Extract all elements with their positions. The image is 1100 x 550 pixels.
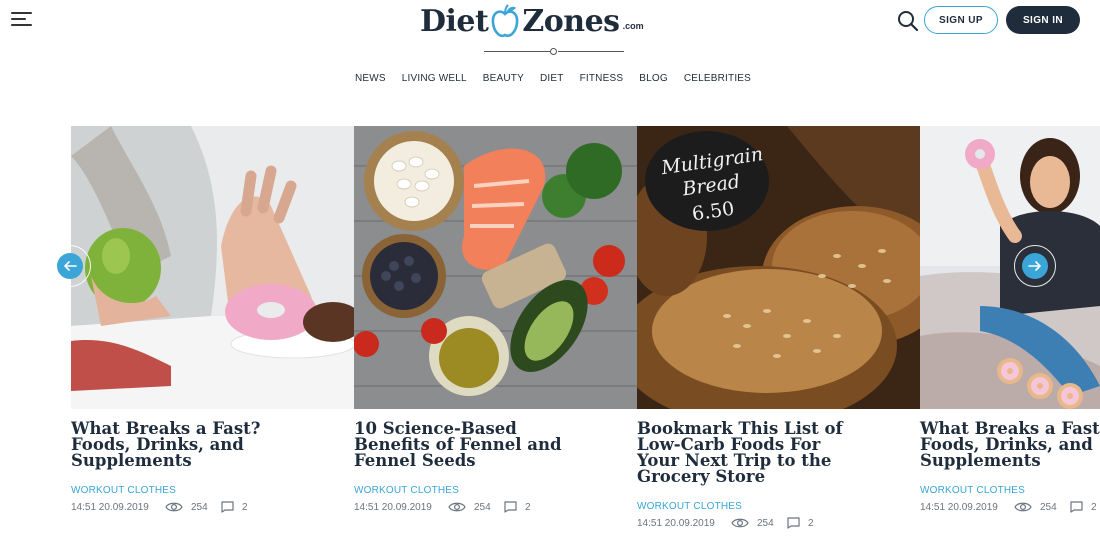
article-views: 254 <box>191 501 208 513</box>
article-meta: 14:51 20.09.2019 254 2 <box>637 517 814 529</box>
logo-divider-right <box>558 51 624 52</box>
article-carousel: What Breaks a Fast? Foods, Drinks, and S… <box>71 126 1100 546</box>
sign-up-button[interactable]: SIGN UP <box>924 6 998 34</box>
article-timestamp: 14:51 20.09.2019 <box>920 501 998 513</box>
article-timestamp: 14:51 20.09.2019 <box>637 517 715 529</box>
logo-divider-left <box>484 51 550 52</box>
article-meta: 14:51 20.09.2019 254 2 <box>71 501 248 513</box>
article-views: 254 <box>474 501 491 513</box>
comment-icon <box>221 501 234 513</box>
article-title-line: Supplements <box>920 451 1041 470</box>
article-title[interactable]: Bookmark This List of Low-Carb Foods For… <box>637 420 920 486</box>
eye-icon <box>1014 502 1032 512</box>
eye-icon <box>448 502 466 512</box>
article-comments: 2 <box>808 517 814 529</box>
article-title[interactable]: What Breaks a Fast? Foods, Drinks, and S… <box>71 420 354 470</box>
apple-icon <box>492 4 519 38</box>
article-category-link[interactable]: WORKOUT CLOTHES <box>71 485 176 496</box>
logo-zones: Zones <box>522 4 620 39</box>
article-comments: 2 <box>1091 501 1097 513</box>
sign-in-button[interactable]: SIGN IN <box>1006 6 1080 34</box>
logo-com: .com <box>622 21 644 31</box>
nav-item-beauty[interactable]: BEAUTY <box>483 73 524 84</box>
article-card: Multigrain Bread 6.50 Bookmark This List… <box>637 126 920 546</box>
article-image-woman-donut[interactable] <box>920 126 1100 409</box>
article-comments: 2 <box>242 501 248 513</box>
article-title-line: Fennel Seeds <box>354 451 476 470</box>
logo-divider-dot <box>550 48 557 55</box>
nav-item-blog[interactable]: BLOG <box>639 73 668 84</box>
article-meta: 14:51 20.09.2019 254 2 <box>920 501 1097 513</box>
eye-icon <box>731 518 749 528</box>
logo[interactable]: Diet Zones .com <box>420 0 690 44</box>
article-category-link[interactable]: WORKOUT CLOTHES <box>637 501 742 512</box>
article-category-link[interactable]: WORKOUT CLOTHES <box>354 485 459 496</box>
article-image-apple-donut[interactable] <box>71 126 354 409</box>
article-timestamp: 14:51 20.09.2019 <box>71 501 149 513</box>
article-meta: 14:51 20.09.2019 254 2 <box>354 501 531 513</box>
nav-item-living-well[interactable]: LIVING WELL <box>402 73 467 84</box>
arrow-right-icon <box>1028 261 1041 271</box>
nav-item-fitness[interactable]: FITNESS <box>580 73 624 84</box>
comment-icon <box>1070 501 1083 513</box>
arrow-left-icon <box>64 261 77 271</box>
carousel-next-button[interactable] <box>1022 253 1048 279</box>
article-views: 254 <box>1040 501 1057 513</box>
eye-icon <box>165 502 183 512</box>
article-card: What Breaks a Fast? Foods, Drinks, and S… <box>71 126 354 546</box>
comment-icon <box>504 501 517 513</box>
logo-diet: Diet <box>420 4 489 39</box>
article-card: 10 Science-Based Benefits of Fennel and … <box>354 126 637 546</box>
search-icon[interactable] <box>897 10 919 32</box>
nav-item-celebrities[interactable]: CELEBRITIES <box>684 73 751 84</box>
carousel-prev-button[interactable] <box>57 253 83 279</box>
hamburger-menu-icon[interactable] <box>11 12 32 26</box>
article-timestamp: 14:51 20.09.2019 <box>354 501 432 513</box>
nav-item-diet[interactable]: DIET <box>540 73 564 84</box>
comment-icon <box>787 517 800 529</box>
main-nav: NEWS LIVING WELL BEAUTY DIET FITNESS BLO… <box>0 73 1100 84</box>
article-title-line: Supplements <box>71 451 192 470</box>
article-image-salmon-beans[interactable] <box>354 126 637 409</box>
article-views: 254 <box>757 517 774 529</box>
article-card: What Breaks a Fast? Foods, Drinks, and S… <box>920 126 1100 546</box>
nav-item-news[interactable]: NEWS <box>355 73 386 84</box>
article-title[interactable]: 10 Science-Based Benefits of Fennel and … <box>354 420 637 470</box>
article-comments: 2 <box>525 501 531 513</box>
article-category-link[interactable]: WORKOUT CLOTHES <box>920 485 1025 496</box>
article-title-line: Grocery Store <box>637 467 766 486</box>
article-image-multigrain-bread[interactable]: Multigrain Bread 6.50 <box>637 126 920 409</box>
article-title[interactable]: What Breaks a Fast? Foods, Drinks, and S… <box>920 420 1100 470</box>
